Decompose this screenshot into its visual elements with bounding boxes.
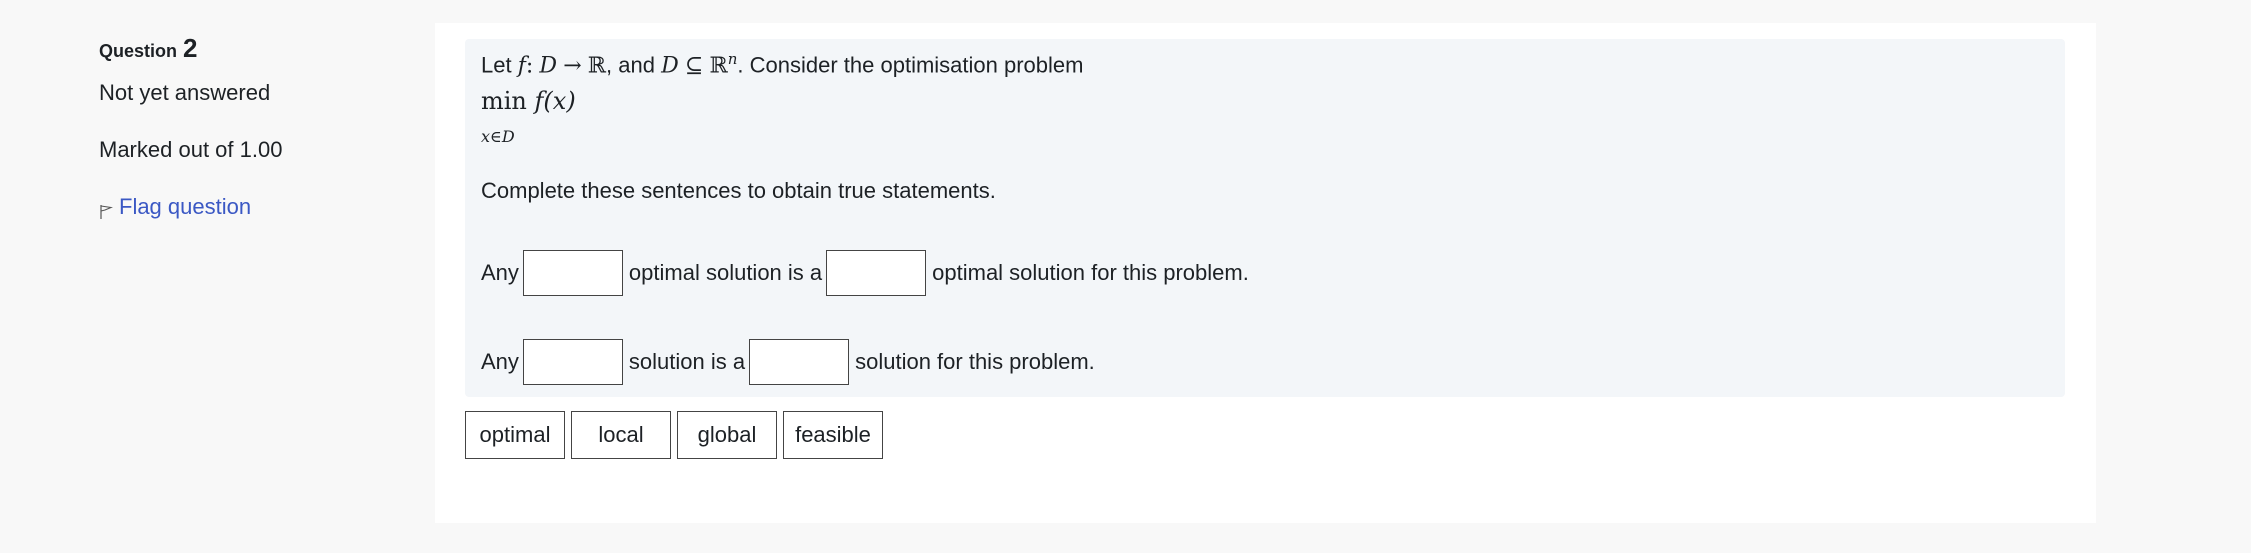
question-prompt: Complete these sentences to obtain true … <box>481 178 996 203</box>
sentence-1-part-1: Any <box>481 260 519 285</box>
and-text: , and <box>606 52 655 78</box>
drop-zone-3[interactable] <box>522 339 623 385</box>
question-state: Not yet answered <box>99 80 271 105</box>
math-D: D <box>539 53 558 79</box>
choice-global[interactable]: global <box>677 411 777 459</box>
math-Rn: ℝ <box>709 53 728 79</box>
intro-prefix: Let <box>481 52 512 78</box>
question-number-value: 2 <box>183 33 198 63</box>
drop-zone-4[interactable] <box>749 339 850 385</box>
math-n-sup: n <box>727 50 738 68</box>
drop-zone-2[interactable] <box>826 250 927 296</box>
problem-statement: Let f: D → ℝ, and D ⊆ ℝn. Consider the o… <box>481 50 1083 78</box>
min-subscript: x∈D <box>481 127 515 146</box>
question-content: Let f: D → ℝ, and D ⊆ ℝn. Consider the o… <box>435 23 2096 523</box>
math-R: ℝ <box>587 53 607 79</box>
sentence-2-part-1: Any <box>481 349 519 374</box>
sentence-1-part-3: optimal solution for this problem. <box>932 260 1249 285</box>
question-label: Question <box>99 41 178 61</box>
math-f: f <box>517 53 526 79</box>
sentence-1: Any optimal solution is a optimal soluti… <box>481 250 1249 296</box>
min-operator: min <box>481 87 527 115</box>
drop-zone-1[interactable] <box>522 250 623 296</box>
math-arrow: → <box>563 53 582 79</box>
quiz-page: Question 2 Not yet answered Marked out of… <box>0 0 2251 553</box>
objective-fx: f(x) <box>534 87 576 115</box>
math-subseteq: ⊆ <box>684 53 704 79</box>
choice-local[interactable]: local <box>571 411 671 459</box>
sentence-2-part-2: solution is a <box>628 349 746 374</box>
intro-suffix: . Consider the optimisation problem <box>737 52 1084 78</box>
flag-question-link[interactable]: Flag question <box>99 194 399 220</box>
math-colon: : <box>525 53 534 79</box>
question-formulation: Let f: D → ℝ, and D ⊆ ℝn. Consider the o… <box>465 39 2065 397</box>
choice-optimal[interactable]: optimal <box>465 411 565 459</box>
question-grade: Marked out of 1.00 <box>99 137 283 162</box>
question-number: Question 2 <box>99 33 399 64</box>
sentence-2-part-3: solution for this problem. <box>855 349 1095 374</box>
flag-icon <box>100 205 113 219</box>
sentence-2: Any solution is a solution for this prob… <box>481 339 1095 385</box>
sentence-1-part-2: optimal solution is a <box>628 260 823 285</box>
drag-choices: optimal local global feasible <box>465 411 883 459</box>
flag-question-label[interactable]: Flag question <box>119 194 251 220</box>
math-D2: D <box>661 53 679 79</box>
min-expression: min f(x) <box>481 87 576 115</box>
choice-feasible[interactable]: feasible <box>783 411 883 459</box>
question-info-panel: Question 2 Not yet answered Marked out of… <box>99 33 399 220</box>
